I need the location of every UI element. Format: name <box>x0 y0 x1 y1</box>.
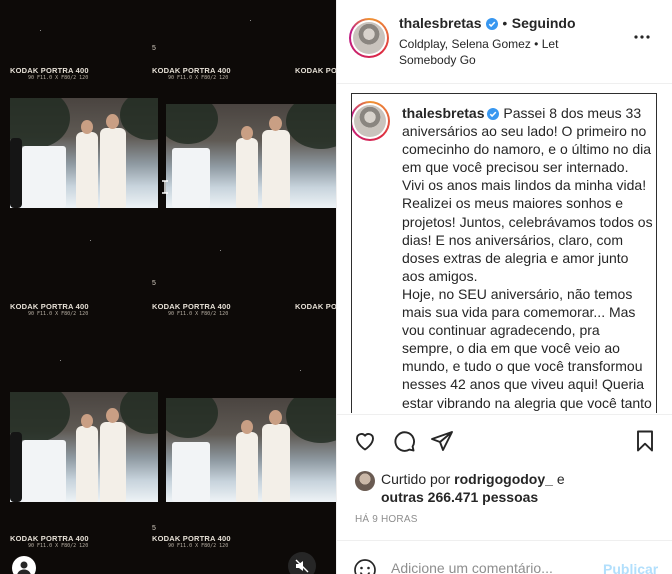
film-label: KODAK PORTRA 400 <box>152 302 231 311</box>
emoji-icon[interactable] <box>353 558 377 574</box>
caption-text-continued: Hoje, no SEU aniversário, não temos mais… <box>402 285 652 411</box>
post-header: thalesbretas • Seguindo Coldplay, Selena… <box>337 0 672 84</box>
film-sub: 90 F11.0 X F80/2 120 <box>168 75 229 81</box>
bookmark-icon[interactable] <box>633 429 657 453</box>
post-caption: thalesbretas Passei 8 dos meus 33 aniver… <box>402 104 654 412</box>
more-options-icon[interactable] <box>633 28 651 46</box>
likes-count[interactable]: outras 266.471 pessoas <box>381 489 538 505</box>
liker-username[interactable]: rodrigogodoy_ <box>454 471 553 487</box>
author-username[interactable]: thalesbretas <box>399 15 481 31</box>
post-timestamp[interactable]: HÁ 9 HORAS <box>355 514 418 525</box>
heart-icon[interactable] <box>353 429 377 453</box>
film-label: KODAK PORTRA 400 <box>152 534 231 543</box>
author-avatar[interactable] <box>349 18 389 58</box>
verified-badge-icon <box>485 18 498 30</box>
liker-avatar[interactable] <box>355 471 375 491</box>
post-sidebar: thalesbretas • Seguindo Coldplay, Selena… <box>336 0 672 574</box>
liked-by-and: e <box>556 471 565 487</box>
film-label: KODAK PORTRA 400 <box>152 66 231 75</box>
photo-frame <box>166 398 336 502</box>
film-label: KODAK PORTRA 400 <box>10 534 89 543</box>
following-button[interactable]: Seguindo <box>512 15 576 31</box>
separator-dot: • <box>502 15 508 31</box>
film-label: KODAK PORTRA 400 <box>295 66 336 75</box>
verified-badge-icon <box>487 108 500 120</box>
film-sub: 90 F11.0 X F80/2 120 <box>168 311 229 317</box>
caption-username[interactable]: thalesbretas <box>402 105 484 121</box>
paper-plane-icon[interactable] <box>430 429 454 453</box>
audio-track-link[interactable]: Coldplay, Selena Gomez • Let Somebody Go <box>399 36 599 68</box>
comment-input[interactable] <box>391 560 591 574</box>
film-label: KODAK PORTRA 400 <box>295 302 336 311</box>
tagged-user-icon[interactable] <box>12 556 36 574</box>
liked-by-label: Curtido por <box>381 471 451 487</box>
film-label: KODAK PORTRA 400 <box>10 302 89 311</box>
caption-author-avatar[interactable] <box>352 101 390 141</box>
film-frame-number: 5 <box>152 525 156 532</box>
film-frame-number: 5 <box>152 280 156 287</box>
film-sub: 90 F11.0 X F80/2 120 <box>28 75 89 81</box>
photo-frame <box>166 104 336 208</box>
post-media[interactable]: 5 KODAK PORTRA 400 90 F11.0 X F80/2 120 … <box>0 0 336 574</box>
publish-button[interactable]: Publicar <box>603 561 658 574</box>
comments-area[interactable]: thalesbretas Passei 8 dos meus 33 aniver… <box>351 93 657 413</box>
photo-frame <box>10 98 158 208</box>
film-frame-number: 5 <box>152 45 156 52</box>
action-bar <box>337 414 672 468</box>
comment-form: Publicar <box>337 540 672 574</box>
photo-frame <box>10 392 158 502</box>
caption-text: Passei 8 dos meus 33 aniversários ao seu… <box>402 105 653 284</box>
film-sub: 90 F11.0 X F80/2 120 <box>168 543 229 549</box>
comment-bubble-icon[interactable] <box>392 429 416 453</box>
film-sub: 90 F11.0 X F80/2 120 <box>28 311 89 317</box>
text-cursor-icon <box>162 180 168 194</box>
muted-speaker-icon[interactable] <box>288 552 316 574</box>
film-sub: 90 F11.0 X F80/2 120 <box>28 543 89 549</box>
film-label: KODAK PORTRA 400 <box>10 66 89 75</box>
